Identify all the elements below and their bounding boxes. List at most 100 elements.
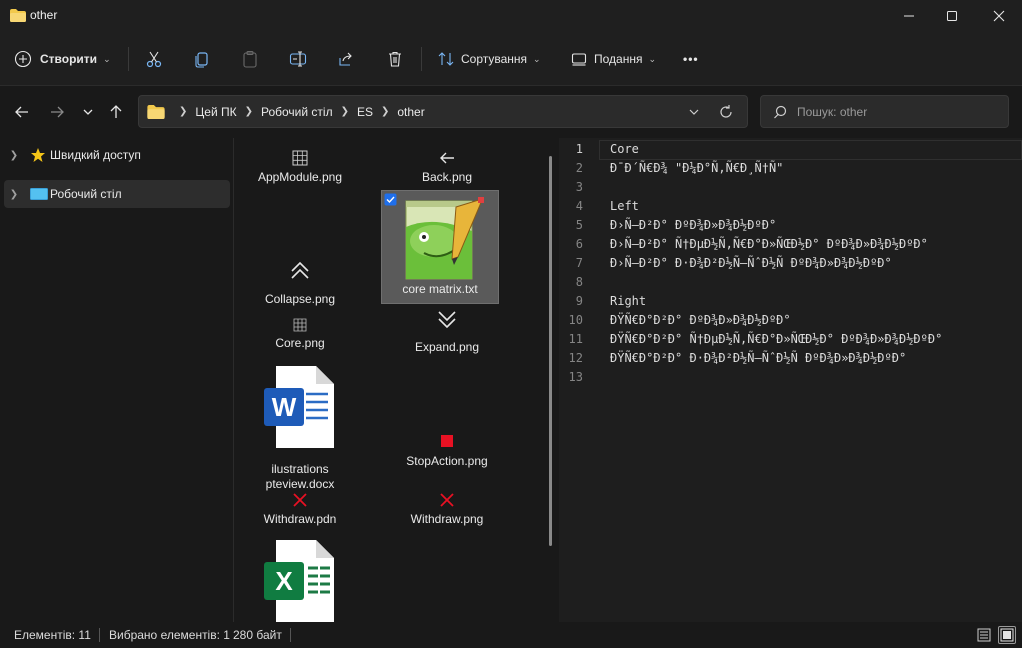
more-options-button[interactable]: ••• (683, 44, 699, 74)
sidebar-item-label: Швидкий доступ (50, 148, 141, 162)
maximize-button[interactable] (929, 0, 975, 32)
share-button[interactable] (337, 44, 355, 74)
chevron-down-icon: ⌄ (533, 53, 541, 64)
breadcrumb-item[interactable]: other (397, 105, 424, 119)
file-name: core matrix.txt (402, 282, 478, 296)
delete-button[interactable] (386, 44, 404, 74)
line-number: 10 (568, 313, 583, 327)
sidebar-item-quick-access[interactable]: ❯ Швидкий доступ (4, 141, 230, 169)
arrow-left-icon (440, 152, 454, 164)
refresh-icon[interactable] (717, 103, 735, 121)
line-text: Left (610, 199, 639, 213)
breadcrumb-item[interactable]: Робочий стіл (261, 105, 333, 119)
line-number: 4 (575, 199, 583, 213)
line-text: Core (610, 142, 639, 156)
sort-button-label: Сортування (461, 52, 528, 66)
close-button[interactable] (976, 0, 1022, 32)
line-number: 3 (575, 180, 583, 194)
arrow-left-icon (15, 106, 28, 118)
search-input[interactable] (797, 104, 997, 119)
code-line: 10 ÐŸÑ€Ð°Ð²Ð° ÐºÐ¾Ð»Ð¾Ð½ÐºÐ° (559, 313, 1022, 332)
file-item[interactable]: Core.png (240, 318, 360, 354)
file-item[interactable]: StopAction.png (387, 434, 507, 474)
expand-chevron-icon[interactable]: ❯ (4, 189, 24, 200)
details-view-button[interactable] (975, 626, 993, 644)
file-name: Core.png (275, 336, 325, 350)
line-number: 2 (575, 161, 583, 175)
file-item[interactable]: Expand.png (387, 308, 507, 354)
selected-count: Вибрано елементів: 1 (109, 628, 230, 642)
up-button[interactable] (104, 100, 128, 124)
navigation-pane: ❯ Швидкий доступ ❯ Робочий стіл (0, 138, 232, 622)
line-number: 13 (568, 370, 583, 384)
file-name: StopAction.png (406, 454, 488, 468)
cut-button[interactable] (145, 44, 163, 74)
file-item[interactable]: AppModule.png (240, 150, 360, 190)
new-button[interactable]: Створити ⌄ (14, 44, 111, 74)
code-line: 8 (559, 275, 1022, 294)
file-name: Withdraw.png (410, 512, 484, 526)
stop-square-icon (441, 435, 453, 447)
arrow-up-icon (110, 105, 122, 118)
code-line: 2 Ð¯Ð´Ñ€Ð¾ "Ð¼Ð°Ñ‚Ñ€Ð¸Ñ†Ñ" (559, 161, 1022, 180)
chevron-right-icon: ❯ (380, 106, 390, 117)
breadcrumb-item[interactable]: Цей ПК (195, 105, 236, 119)
checkbox-checked-icon[interactable] (384, 193, 397, 206)
file-name: Expand.png (414, 340, 480, 354)
large-icons-view-button[interactable] (998, 626, 1016, 644)
star-icon (30, 147, 50, 163)
status-bar: Елементів: 11 Вибрано елементів: 1 280 б… (0, 622, 1022, 648)
new-button-label: Створити (40, 52, 98, 66)
file-item[interactable]: Withdraw.pdn (240, 492, 360, 532)
window-title: other (30, 8, 58, 22)
file-list-scrollbar[interactable] (549, 156, 552, 546)
notepad-plus-plus-icon (405, 197, 484, 280)
sidebar-item-desktop[interactable]: ❯ Робочий стіл (4, 180, 230, 208)
excel-spreadsheet-icon: X (264, 540, 334, 622)
file-name: ilustrations pteview.docx (265, 462, 335, 491)
file-item-selected[interactable]: core matrix.txt (381, 190, 499, 304)
address-bar[interactable]: ❯ Цей ПК ❯ Робочий стіл ❯ ES ❯ other (138, 95, 748, 128)
search-box[interactable] (760, 95, 1009, 128)
word-document-icon: W (264, 366, 334, 448)
recent-locations-button[interactable] (76, 100, 100, 124)
code-line: 6 Ð›Ñ–Ð²Ð° Ñ†ÐµÐ½Ñ‚Ñ€Ð°Ð»ÑŒÐ½Ð° ÐºÐ¾Ð»Ð¾Ð… (559, 237, 1022, 256)
forward-button[interactable] (45, 100, 69, 124)
line-number: 5 (575, 218, 583, 232)
minimize-button[interactable] (886, 0, 932, 32)
item-count: Елементів: 11 (14, 628, 91, 642)
paste-icon (243, 51, 257, 68)
line-number: 6 (575, 237, 583, 251)
sort-icon (438, 52, 454, 66)
file-name: Back.png (421, 170, 473, 184)
minimize-icon (904, 15, 914, 17)
code-line: 5 Ð›Ñ–Ð²Ð° ÐºÐ¾Ð»Ð¾Ð½ÐºÐ° (559, 218, 1022, 237)
expand-chevron-icon[interactable]: ❯ (4, 150, 24, 161)
file-item[interactable]: W ilustrations pteview.docx (240, 364, 360, 491)
line-text: Right (610, 294, 647, 308)
file-item[interactable]: X (240, 538, 360, 622)
file-item[interactable]: Back.png (387, 150, 507, 190)
rename-button[interactable] (289, 44, 307, 74)
back-button[interactable] (10, 100, 34, 124)
code-line: 9 Right (559, 294, 1022, 313)
copy-button[interactable] (193, 44, 211, 74)
sort-button[interactable]: Сортування ⌄ (437, 44, 541, 74)
file-item[interactable]: Collapse.png (240, 260, 360, 306)
paste-button[interactable] (241, 44, 259, 74)
chevron-down-icon (83, 109, 93, 115)
view-button[interactable]: Подання ⌄ (570, 44, 656, 74)
chevron-right-icon: ❯ (244, 106, 253, 117)
line-number: 12 (568, 351, 583, 365)
chevron-down-icon[interactable] (687, 105, 701, 119)
line-number: 7 (575, 256, 583, 270)
breadcrumb-item[interactable]: ES (357, 105, 373, 119)
line-text: Ð›Ñ–Ð²Ð° ÐºÐ¾Ð»Ð¾Ð½ÐºÐ° (610, 218, 777, 232)
line-text: ÐŸÑ€Ð°Ð²Ð° Ð·Ð¾Ð²Ð½Ñ–ÑˆÐ½Ñ ÐºÐ¾Ð»Ð¾Ð½ÐºÐ… (610, 351, 907, 365)
grid-icon (293, 318, 307, 332)
large-icons-view-icon (1000, 628, 1014, 642)
line-text: ÐŸÑ€Ð°Ð²Ð° ÐºÐ¾Ð»Ð¾Ð½ÐºÐ° (610, 313, 791, 327)
file-item[interactable]: Withdraw.png (387, 492, 507, 532)
desktop-icon (30, 187, 50, 201)
file-name: Collapse.png (264, 292, 336, 306)
